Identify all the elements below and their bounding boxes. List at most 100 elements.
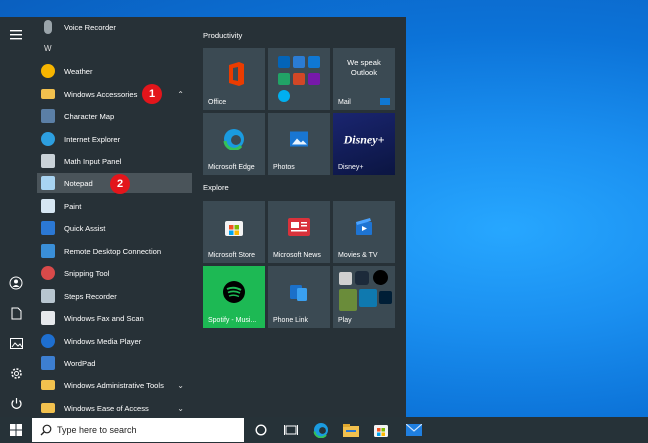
excel-icon xyxy=(278,73,290,85)
cortana-button[interactable] xyxy=(247,417,275,443)
app-paint[interactable]: Paint xyxy=(37,196,192,216)
task-view-button[interactable] xyxy=(277,417,305,443)
step-badge-2: 2 xyxy=(110,174,130,194)
start-button[interactable] xyxy=(2,417,30,443)
snipping-tool-icon xyxy=(41,266,55,280)
step-badge-1: 1 xyxy=(142,84,162,104)
app-internet-explorer[interactable]: Internet Explorer xyxy=(37,129,192,149)
news-icon xyxy=(288,218,310,238)
edge-icon xyxy=(313,423,328,438)
tile-play-folder[interactable]: Play xyxy=(333,266,395,328)
tile-microsoft-store[interactable]: Microsoft Store xyxy=(203,201,265,263)
documents-icon[interactable] xyxy=(8,305,24,321)
app-fax-and-scan[interactable]: Windows Fax and Scan xyxy=(37,308,192,328)
taskbar-store-button[interactable] xyxy=(367,417,395,443)
cortana-circle-icon xyxy=(255,424,267,436)
app-quick-assist[interactable]: Quick Assist xyxy=(37,218,192,238)
folder-windows-administrative-tools[interactable]: Windows Administrative Tools ⌄ xyxy=(37,375,192,395)
quick-assist-icon xyxy=(41,221,55,235)
group-header-explore: Explore xyxy=(203,183,229,192)
prime-video-icon xyxy=(359,289,377,307)
chevron-down-icon: ⌄ xyxy=(177,403,184,413)
photos-icon xyxy=(290,131,308,149)
search-placeholder: Type here to search xyxy=(57,425,137,435)
section-letter-w[interactable]: W xyxy=(44,44,52,53)
tile-microsoft-news[interactable]: Microsoft News xyxy=(268,201,330,263)
folder-windows-ease-of-access[interactable]: Windows Ease of Access ⌄ xyxy=(37,398,192,417)
app-steps-recorder[interactable]: Steps Recorder xyxy=(37,286,192,306)
disney-plus-logo: Disney+ xyxy=(343,132,385,147)
store-icon xyxy=(224,217,244,239)
steps-recorder-icon xyxy=(41,289,55,303)
remote-desktop-icon xyxy=(41,244,55,258)
edge-icon xyxy=(223,128,245,152)
app-character-map[interactable]: Character Map xyxy=(37,106,192,126)
tile-disney-plus[interactable]: Disney+ Disney+ xyxy=(333,113,395,175)
app-weather[interactable]: Weather xyxy=(37,61,192,81)
microphone-icon xyxy=(44,20,52,34)
phone-link-icon xyxy=(289,282,309,304)
onedrive-icon xyxy=(278,56,290,68)
fax-scan-icon xyxy=(41,311,55,325)
tile-movies-tv[interactable]: Movies & TV xyxy=(333,201,395,263)
roblox-icon xyxy=(339,272,352,285)
tile-mail[interactable]: We speak Outlook Mail xyxy=(333,48,395,110)
tiles-area: Productivity Office We speak Outlook Mai… xyxy=(198,17,406,417)
user-account-icon[interactable] xyxy=(8,275,24,291)
weather-icon xyxy=(41,64,55,78)
tile-microsoft-edge[interactable]: Microsoft Edge xyxy=(203,113,265,175)
start-menu: Voice Recorder W Weather Windows Accesso… xyxy=(0,17,406,417)
hamburger-menu-icon[interactable] xyxy=(8,27,24,43)
taskbar-search-box[interactable]: Type here to search xyxy=(32,418,244,442)
outlook-icon xyxy=(308,56,320,68)
start-rail xyxy=(0,17,32,417)
app-wordpad[interactable]: WordPad xyxy=(37,353,192,373)
mail-promo-text: We speak Outlook xyxy=(347,58,381,77)
game-cover-icon xyxy=(339,289,357,311)
character-map-icon xyxy=(41,109,55,123)
folder-windows-accessories[interactable]: Windows Accessories ⌃ xyxy=(37,84,192,104)
app-snipping-tool[interactable]: Snipping Tool xyxy=(37,263,192,283)
app-list: Voice Recorder W Weather Windows Accesso… xyxy=(32,17,198,417)
tiktok-icon xyxy=(373,270,388,285)
power-icon[interactable] xyxy=(8,395,24,411)
tile-spotify[interactable]: Spotify - Musi... xyxy=(203,266,265,328)
taskbar-edge-button[interactable] xyxy=(307,417,335,443)
powerpoint-icon xyxy=(293,73,305,85)
file-explorer-icon xyxy=(343,423,359,437)
tile-phone-link[interactable]: Phone Link xyxy=(268,266,330,328)
tile-office[interactable]: Office xyxy=(203,48,265,110)
windows-logo-icon xyxy=(10,424,22,436)
search-icon xyxy=(40,424,52,438)
spotify-icon xyxy=(222,280,246,306)
app-media-player[interactable]: Windows Media Player xyxy=(37,331,192,351)
task-view-icon xyxy=(284,425,298,435)
skype-icon xyxy=(278,90,290,102)
app-remote-desktop[interactable]: Remote Desktop Connection xyxy=(37,241,192,261)
taskbar-mail-button[interactable] xyxy=(400,417,428,443)
movies-tv-icon xyxy=(354,217,374,239)
settings-gear-icon[interactable] xyxy=(8,365,24,381)
chevron-down-icon: ⌄ xyxy=(177,380,184,390)
tile-photos[interactable]: Photos xyxy=(268,113,330,175)
folder-icon xyxy=(41,380,55,390)
media-player-icon xyxy=(41,334,55,348)
mail-icon xyxy=(406,424,422,436)
taskbar-file-explorer-button[interactable] xyxy=(337,417,365,443)
store-icon xyxy=(374,425,388,437)
app-math-input-panel[interactable]: Math Input Panel xyxy=(37,151,192,171)
tile-office-apps-folder[interactable] xyxy=(268,48,330,110)
folder-icon xyxy=(41,89,55,99)
spotify-small-icon xyxy=(355,271,369,285)
paint-icon xyxy=(41,199,55,213)
chevron-up-icon: ⌃ xyxy=(177,89,184,99)
mail-icon xyxy=(380,98,390,105)
pictures-icon[interactable] xyxy=(8,335,24,351)
word-icon xyxy=(293,56,305,68)
folder-icon xyxy=(41,403,55,413)
onenote-icon xyxy=(308,73,320,85)
photoshop-express-icon xyxy=(379,291,392,304)
notepad-icon xyxy=(41,176,55,190)
wordpad-icon xyxy=(41,356,55,370)
app-voice-recorder[interactable]: Voice Recorder xyxy=(37,17,192,37)
